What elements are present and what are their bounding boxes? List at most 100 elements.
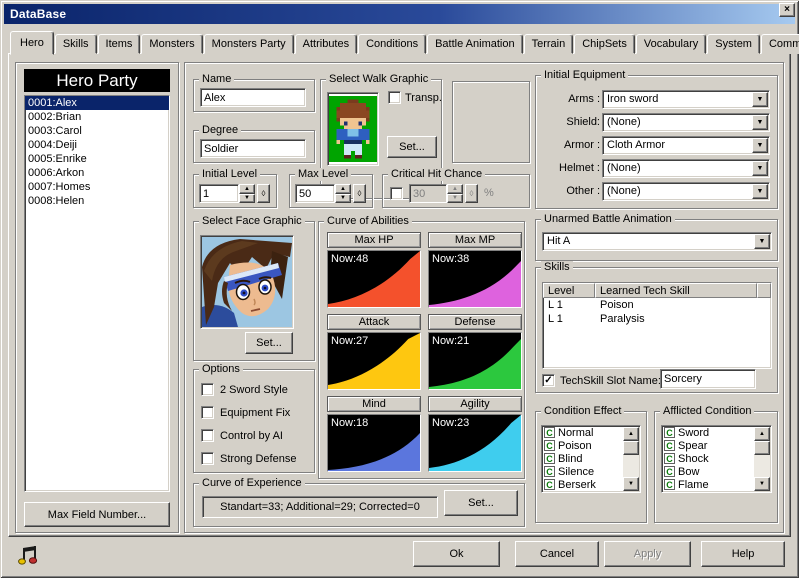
tab-attributes[interactable]: Attributes <box>295 34 357 54</box>
maxhp-curve[interactable]: Now:48 <box>327 250 421 308</box>
skill-level: L 1 <box>543 298 595 312</box>
other-dropdown[interactable]: (None) ▼ <box>602 182 770 201</box>
list-item[interactable]: 0002:Brian <box>25 110 169 124</box>
name-label: Name <box>199 73 234 86</box>
tab-vocabulary[interactable]: Vocabulary <box>636 34 706 54</box>
condition-effect-list[interactable]: C Normal C Poison C Blind C Silence <box>541 425 641 493</box>
titlebar[interactable]: DataBase <box>4 4 795 24</box>
scroll-down-icon[interactable]: ▼ <box>754 477 770 491</box>
face-set-button[interactable]: Set... <box>245 332 293 354</box>
max-level-up-icon[interactable]: ▲ <box>335 184 351 194</box>
initial-level-up-icon[interactable]: ▲ <box>239 184 255 194</box>
critical-down-icon[interactable]: ▼ <box>447 194 463 204</box>
walk-graphic-preview[interactable] <box>327 92 379 166</box>
critical-diamond-icon[interactable]: ◊ <box>465 184 478 203</box>
shield-dropdown-icon[interactable]: ▼ <box>752 115 768 130</box>
armor-dropdown[interactable]: Cloth Armor ▼ <box>602 136 770 155</box>
scroll-up-icon[interactable]: ▲ <box>623 427 639 441</box>
condition-effect-group: Condition Effect C Normal C Poison C Bli… <box>535 411 647 523</box>
two-sword-style-checkbox[interactable] <box>201 383 214 396</box>
tab-monsters-party[interactable]: Monsters Party <box>204 34 294 54</box>
other-dropdown-icon[interactable]: ▼ <box>752 184 768 199</box>
list-item[interactable]: 0005:Enrike <box>25 152 169 166</box>
strong-defense-checkbox[interactable] <box>201 452 214 465</box>
tab-battle-animation[interactable]: Battle Animation <box>427 34 523 54</box>
max-level-input[interactable] <box>295 184 335 203</box>
table-row[interactable]: L 1 Paralysis <box>543 312 771 326</box>
critical-hit-checkbox[interactable] <box>390 187 403 200</box>
arms-dropdown[interactable]: Iron sword ▼ <box>602 90 770 109</box>
tab-system[interactable]: System <box>707 34 760 54</box>
tab-chipsets[interactable]: ChipSets <box>574 34 635 54</box>
face-graphic-preview[interactable] <box>200 235 294 329</box>
name-input[interactable] <box>200 88 306 107</box>
armor-label: Armor : <box>538 139 600 151</box>
tab-common-events[interactable]: Common Events <box>761 34 799 54</box>
condition-icon: C <box>544 453 555 464</box>
tab-hero[interactable]: Hero <box>10 31 54 55</box>
tab-conditions[interactable]: Conditions <box>358 34 426 54</box>
unarmed-dropdown-icon[interactable]: ▼ <box>754 234 770 249</box>
afflicted-condition-list[interactable]: C Sword C Spear C Shock C Bow <box>661 425 772 493</box>
tab-monsters[interactable]: Monsters <box>141 34 202 54</box>
critical-up-icon[interactable]: ▲ <box>447 184 463 194</box>
equipment-fix-checkbox[interactable] <box>201 406 214 419</box>
scroll-thumb[interactable] <box>623 441 639 455</box>
tab-items[interactable]: Items <box>98 34 141 54</box>
arms-dropdown-icon[interactable]: ▼ <box>752 92 768 107</box>
agility-curve[interactable]: Now:23 <box>428 414 522 472</box>
close-icon[interactable]: × <box>779 3 795 17</box>
scroll-down-icon[interactable]: ▼ <box>623 477 639 491</box>
condition-name: Normal <box>558 427 593 439</box>
initial-level-down-icon[interactable]: ▼ <box>239 194 255 204</box>
mind-now: Now:18 <box>331 417 368 429</box>
list-item[interactable]: 0008:Helen <box>25 194 169 208</box>
attack-curve[interactable]: Now:27 <box>327 332 421 390</box>
transp-checkbox[interactable] <box>388 91 401 104</box>
mind-curve[interactable]: Now:18 <box>327 414 421 472</box>
unarmed-animation-dropdown[interactable]: Hit A ▼ <box>542 232 772 251</box>
list-item[interactable]: 0004:Deiji <box>25 138 169 152</box>
maxhp-header: Max HP <box>327 232 421 248</box>
scrollbar[interactable]: ▲ ▼ <box>754 427 770 491</box>
hero-list[interactable]: 0001:Alex 0002:Brian 0003:Carol 0004:Dei… <box>24 95 170 492</box>
ok-button[interactable]: Ok <box>413 541 500 567</box>
apply-button[interactable]: Apply <box>604 541 691 567</box>
scroll-thumb[interactable] <box>754 441 770 455</box>
scrollbar[interactable]: ▲ ▼ <box>623 427 639 491</box>
initial-level-diamond-icon[interactable]: ◊ <box>257 184 270 203</box>
armor-dropdown-icon[interactable]: ▼ <box>752 138 768 153</box>
maxmp-curve[interactable]: Now:38 <box>428 250 522 308</box>
condition-name: Shock <box>678 453 709 465</box>
help-button[interactable]: Help <box>701 541 785 567</box>
tab-terrain[interactable]: Terrain <box>524 34 574 54</box>
table-row[interactable]: L 1 Poison <box>543 298 771 312</box>
walk-set-button[interactable]: Set... <box>387 136 437 158</box>
helmet-dropdown[interactable]: (None) ▼ <box>602 159 770 178</box>
defense-curve[interactable]: Now:21 <box>428 332 522 390</box>
hero-party-panel: Hero Party 0001:Alex 0002:Brian 0003:Car… <box>15 62 179 533</box>
techskill-slot-checkbox[interactable]: ✓ <box>542 374 555 387</box>
list-item[interactable]: 0006:Arkon <box>25 166 169 180</box>
list-item[interactable]: 0001:Alex <box>25 96 169 110</box>
initial-level-label: Initial Level <box>199 168 260 181</box>
scroll-up-icon[interactable]: ▲ <box>754 427 770 441</box>
max-level-diamond-icon[interactable]: ◊ <box>353 184 366 203</box>
cancel-button[interactable]: Cancel <box>515 541 599 567</box>
tab-skills[interactable]: Skills <box>55 34 97 54</box>
list-item[interactable]: 0003:Carol <box>25 124 169 138</box>
critical-hit-input[interactable] <box>409 184 447 203</box>
max-field-number-button[interactable]: Max Field Number... <box>24 502 170 527</box>
control-by-ai-checkbox[interactable] <box>201 429 214 442</box>
techskill-slot-input[interactable] <box>660 369 756 389</box>
transp-label: Transp. <box>405 92 442 104</box>
experience-set-button[interactable]: Set... <box>444 490 518 516</box>
initial-level-input[interactable] <box>199 184 239 203</box>
condition-icon: C <box>664 453 675 464</box>
shield-dropdown[interactable]: (None) ▼ <box>602 113 770 132</box>
degree-input[interactable] <box>200 139 306 158</box>
list-item[interactable]: 0007:Homes <box>25 180 169 194</box>
helmet-dropdown-icon[interactable]: ▼ <box>752 161 768 176</box>
max-level-down-icon[interactable]: ▼ <box>335 194 351 204</box>
level-column-header: Level <box>543 283 595 298</box>
